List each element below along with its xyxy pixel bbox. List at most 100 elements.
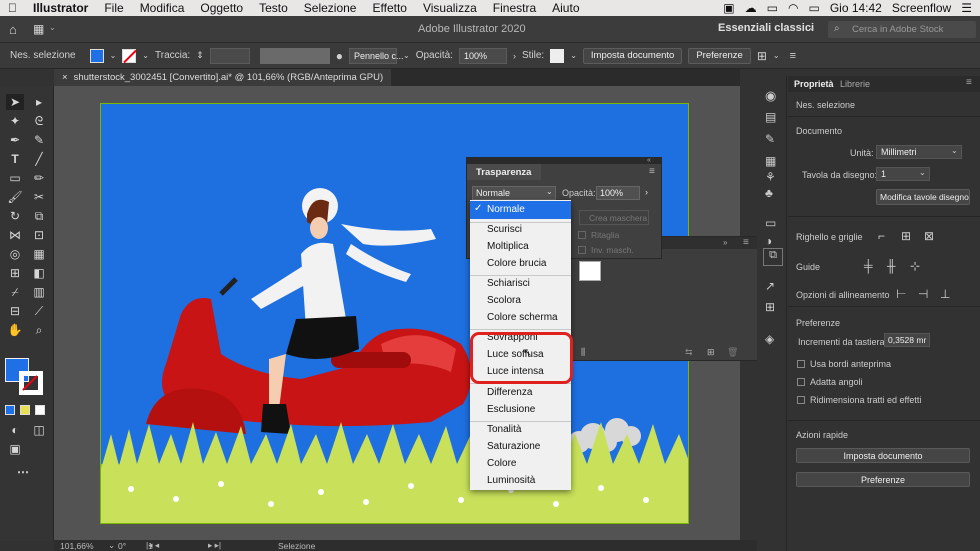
artboards-icon[interactable]: ⊞ [765, 300, 775, 314]
variable-width-profile[interactable] [259, 47, 330, 64]
artboard-select[interactable]: 1 ⌄ [876, 167, 930, 181]
gradient-tool-icon[interactable]: ◧ [30, 265, 48, 281]
apple-menu-icon[interactable]:  [0, 1, 25, 15]
layers-icon[interactable]: ◈ [765, 332, 774, 346]
guides-icon[interactable]: ╪ [864, 259, 873, 273]
camera-icon[interactable]: ▣ [723, 1, 734, 15]
airplay-icon[interactable]: ▭ [767, 1, 778, 15]
type-tool-icon[interactable]: T [6, 151, 24, 167]
keyboard-increment-field[interactable]: 0,3528 mr [884, 333, 930, 347]
clock-text[interactable]: Gio 14:42 [830, 1, 882, 15]
rotate-tool-icon[interactable]: ↻ [6, 208, 24, 224]
document-setup-button[interactable]: Imposta documento [582, 47, 683, 64]
screenflow-menu[interactable]: Screenflow [892, 1, 951, 15]
direct-selection-tool-icon[interactable]: ▸ [30, 94, 48, 110]
blend-mode-option[interactable]: Luminosità [487, 475, 535, 486]
opacity-field[interactable]: 100% [596, 186, 640, 200]
blend-mode-option[interactable]: Esclusione [487, 404, 535, 415]
link-icon[interactable]: ⇆ [685, 347, 693, 358]
blend-mode-option[interactable]: Schiarisci [487, 278, 530, 289]
wifi-icon[interactable]: ◠ [788, 1, 798, 15]
units-select[interactable]: Millimetri ⌄ [876, 145, 962, 159]
magic-wand-icon[interactable]: ✦ [6, 113, 24, 129]
hand-tool-icon[interactable]: ✋ [6, 322, 24, 338]
chevron-down-icon[interactable]: ⌄ [110, 51, 117, 60]
menu-modifica[interactable]: Modifica [132, 1, 193, 15]
chevron-right-icon[interactable]: › [645, 187, 648, 197]
chevron-right-icon[interactable]: › [513, 51, 516, 61]
fill-swatch[interactable] [89, 48, 104, 63]
arrange-icon[interactable]: ⊞ [757, 49, 767, 63]
blend-mode-option[interactable]: Colore brucia [487, 258, 546, 269]
pen-tool-icon[interactable]: ✒ [6, 132, 24, 148]
collapse-icon[interactable]: « [647, 157, 651, 164]
list-icon[interactable]: ☰ [961, 1, 972, 15]
brush-definition[interactable]: Pennello c... [349, 47, 404, 64]
document-tab[interactable]: × shutterstock_3002451 [Convertito].ai* … [54, 69, 392, 86]
appearance-icon[interactable]: ◉ [765, 88, 776, 104]
blend-mode-option[interactable]: Tonalità [487, 424, 521, 435]
menu-selezione[interactable]: Selezione [296, 1, 365, 15]
chevron-down-icon[interactable]: ⌄ [142, 51, 149, 60]
preferences-button[interactable]: Preferenze [688, 47, 751, 64]
line-tool-icon[interactable]: ╱ [30, 151, 48, 167]
align-to-selection-icon[interactable]: ⊣ [918, 287, 928, 301]
screen-mode-icon[interactable]: ▣ [6, 441, 24, 457]
stroke-stepper-icon[interactable]: ⇕ [196, 50, 204, 61]
align-to-artboard-icon[interactable]: ⊥ [940, 287, 950, 301]
panel-title[interactable]: Trasparenza [476, 167, 531, 178]
selection-tool-icon[interactable]: ➤ [6, 94, 24, 110]
panel-menu-icon[interactable]: ≡ [966, 77, 972, 88]
zoom-tool-icon[interactable]: ⌕ [30, 322, 48, 338]
blend-mode-option-selected[interactable]: ✓ Normale [470, 201, 571, 219]
scale-corners-checkbox[interactable] [797, 378, 805, 386]
stroke-color-icon[interactable] [19, 371, 43, 395]
slice-tool-icon[interactable]: ⟋ [30, 303, 48, 319]
menu-testo[interactable]: Testo [251, 1, 296, 15]
blend-mode-option[interactable]: Differenza [487, 387, 532, 398]
color-mode-icon[interactable] [5, 405, 15, 415]
trash-icon[interactable]: 🗑 [727, 347, 738, 358]
curvature-tool-icon[interactable]: ✎ [30, 132, 48, 148]
rotation-angle[interactable]: 0° [118, 541, 126, 551]
blend-mode-option[interactable]: Moltiplica [487, 241, 529, 252]
library-icon[interactable]: ⫼ [581, 347, 585, 358]
invert-mask-checkbox[interactable] [578, 246, 586, 254]
artboard-next-icon[interactable]: ▸ ▸| [208, 540, 221, 551]
smart-guides-icon[interactable]: ⊹ [910, 259, 920, 273]
ruler-icon[interactable]: ⌐ [878, 229, 885, 243]
align-to-key-icon[interactable]: ⊢ [896, 287, 906, 301]
chevron-down-icon[interactable]: ⌄ [808, 22, 816, 33]
home-icon[interactable]: ⌂ [9, 22, 17, 37]
none-mode-icon[interactable] [35, 405, 45, 415]
scale-strokes-checkbox[interactable] [797, 396, 805, 404]
blend-mode-select[interactable]: Normale ⌄ [472, 186, 556, 200]
panel-menu-icon[interactable]: ≡ [790, 50, 796, 62]
menu-oggetto[interactable]: Oggetto [192, 1, 251, 15]
graph-tool-icon[interactable]: ▥ [30, 284, 48, 300]
draw-mode-icon[interactable]: ◐ [6, 422, 24, 438]
eyedropper-icon[interactable]: ⌿ [6, 284, 24, 300]
lock-guides-icon[interactable]: ╫ [887, 259, 896, 273]
chevron-down-icon[interactable]: ⌄ [49, 23, 56, 32]
blend-mode-option[interactable]: Scolora [487, 295, 521, 306]
pixel-grid-icon[interactable]: ⊠ [924, 229, 934, 243]
close-icon[interactable]: × [62, 72, 68, 83]
cloud-icon[interactable]: ☁ [745, 1, 757, 15]
mesh-tool-icon[interactable]: ⊞ [6, 265, 24, 281]
tab-properties[interactable]: Proprietà [794, 79, 834, 89]
chevron-down-icon[interactable]: ⌄ [570, 51, 577, 60]
transparency-panel-icon[interactable]: ◑ [765, 234, 772, 248]
layout-icon[interactable]: ▦ [33, 22, 44, 36]
menu-aiuto[interactable]: Aiuto [544, 1, 587, 15]
brushes-icon[interactable]: ✎ [765, 132, 775, 146]
gradient-panel-icon[interactable]: ▭ [765, 216, 776, 230]
scissors-icon[interactable]: ✂ [30, 189, 48, 205]
panel-menu-icon[interactable]: ≡ [649, 166, 655, 177]
chevron-down-icon[interactable]: ⌄ [403, 51, 410, 60]
free-transform-icon[interactable]: ⊡ [30, 227, 48, 243]
pencil-tool-icon[interactable]: ✏ [30, 170, 48, 186]
zoom-level[interactable]: 101,66% [60, 541, 94, 551]
blend-mode-option[interactable]: Colore scherma [487, 312, 558, 323]
stroke-swatch[interactable] [122, 48, 138, 63]
